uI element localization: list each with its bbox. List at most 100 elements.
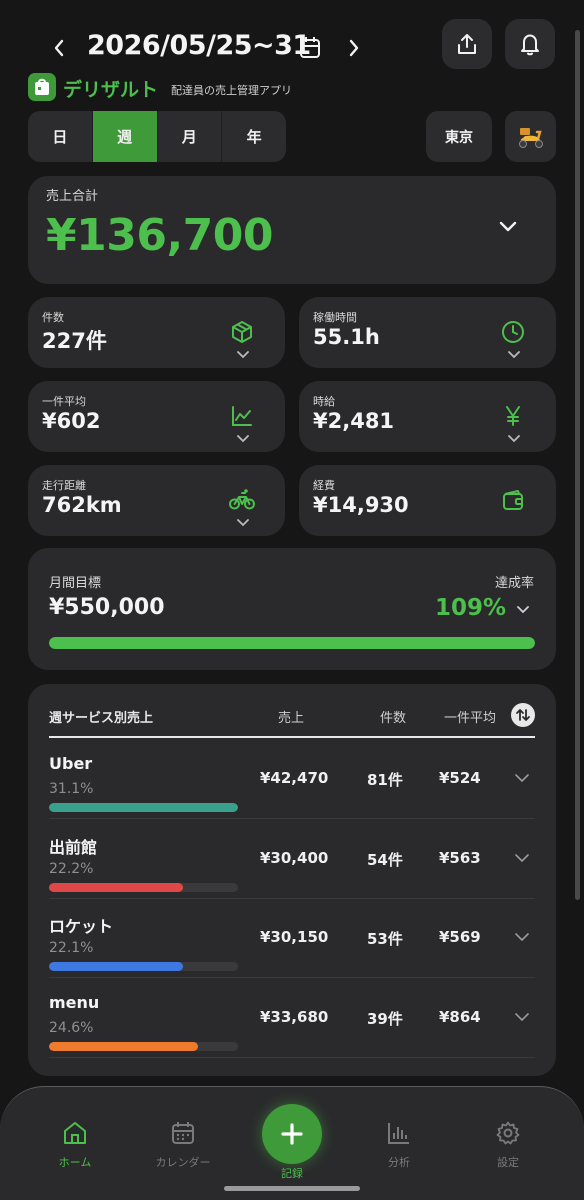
nav-analysis-label: 分析 [388,1156,410,1169]
plus-icon [281,1123,303,1145]
service-average: ¥569 [439,928,481,946]
line-chart-icon [229,403,255,429]
stat-card-average[interactable]: 一件平均 ¥602 [28,381,285,452]
share-button[interactable] [442,19,492,69]
stat-label: 稼働時間 [313,311,357,324]
sort-button[interactable] [511,703,535,727]
service-row-uber[interactable]: Uber 31.1% ¥42,470 81件 ¥524 [49,740,535,819]
app-logo [28,73,56,101]
total-sales-value: ¥136,700 [46,210,274,261]
service-row-rocket[interactable]: ロケット 22.1% ¥30,150 53件 ¥569 [49,899,535,978]
service-share-bar [49,803,238,812]
yen-icon [500,403,526,429]
service-share-bar [49,962,238,971]
chevron-down-icon[interactable] [499,221,517,233]
stat-card-work-hours[interactable]: 稼働時間 55.1h [299,297,556,368]
chevron-down-icon[interactable] [515,933,529,942]
chevron-left-icon [54,39,64,57]
nav-calendar-label: カレンダー [155,1156,211,1169]
total-sales-label: 売上合計 [46,189,99,204]
nav-home[interactable]: ホーム [30,1120,120,1170]
sort-icon [516,709,530,721]
service-share-bar [49,1042,238,1051]
service-name: ロケット [49,917,114,936]
tab-week[interactable]: 週 [92,111,158,162]
service-share-percent: 31.1% [49,781,94,797]
notifications-button[interactable] [505,19,555,69]
stat-label: 一件平均 [42,395,86,408]
chevron-down-icon [237,519,249,527]
tab-month[interactable]: 月 [158,111,223,162]
service-share-bar [49,883,238,892]
chevron-right-icon [349,39,359,57]
service-name: 出前館 [49,838,98,857]
prev-week-button[interactable] [48,34,70,62]
service-name: Uber [49,754,93,773]
column-header-count: 件数 [380,711,407,726]
stat-card-count[interactable]: 件数 227件 [28,297,285,368]
service-table-title: 週サービス別売上 [49,711,154,726]
service-sales: ¥33,680 [260,1008,329,1026]
calendar-icon [172,1122,194,1144]
service-average: ¥864 [439,1008,481,1026]
scooter-icon [518,127,543,148]
chevron-down-icon[interactable] [515,1013,529,1022]
period-selector: 日 週 月 年 [28,111,286,162]
nav-home-label: ホーム [58,1156,92,1169]
chevron-down-icon [508,435,520,443]
goal-label: 月間目標 [49,576,102,591]
chevron-down-icon [237,435,249,443]
chevron-down-icon[interactable] [515,774,529,783]
service-count: 54件 [367,851,403,869]
vehicle-button[interactable] [505,111,556,162]
stat-value: ¥602 [42,409,101,433]
nav-settings[interactable]: 設定 [463,1120,553,1170]
service-share-percent: 22.1% [49,940,94,956]
monthly-goal-card[interactable]: 月間目標 ¥550,000 達成率 109% [28,548,556,670]
stat-card-distance[interactable]: 走行距離 762km [28,465,285,536]
service-share-fill [49,1042,199,1051]
app-name: デリザルト [63,79,159,101]
share-icon [458,34,476,54]
record-button[interactable] [262,1104,322,1164]
region-button[interactable]: 東京 [426,111,492,162]
delivery-bag-icon [35,78,49,95]
clock-icon [500,319,526,345]
achievement-value: 109% [434,595,506,621]
home-indicator [224,1186,360,1191]
tab-year[interactable]: 年 [222,111,286,162]
stat-label: 件数 [42,311,64,324]
stat-label: 経費 [313,479,335,492]
scrollbar[interactable] [575,30,580,900]
stat-value: ¥2,481 [313,409,395,433]
service-sales: ¥30,150 [260,928,329,946]
calendar-picker-icon[interactable] [299,36,321,64]
record-label: 記録 [281,1167,303,1180]
app-subtitle: 配達員の売上管理アプリ [171,84,292,97]
stat-value: 762km [42,493,122,517]
nav-settings-label: 設定 [497,1156,519,1169]
stat-card-expenses[interactable]: 経費 ¥14,930 [299,465,556,536]
service-sales: ¥42,470 [260,769,329,787]
stat-label: 時給 [313,395,335,408]
service-row-menu[interactable]: menu 24.6% ¥33,680 39件 ¥864 [49,979,535,1058]
next-week-button[interactable] [343,34,365,62]
chevron-down-icon [508,351,520,359]
date-range-title[interactable]: 2026/05/25~31 [87,30,311,61]
service-name: menu [49,993,100,1012]
stat-card-hourly[interactable]: 時給 ¥2,481 [299,381,556,452]
tab-day[interactable]: 日 [28,111,93,162]
chevron-down-icon [237,351,249,359]
service-row-demaecan[interactable]: 出前館 22.2% ¥30,400 54件 ¥563 [49,820,535,899]
service-count: 81件 [367,771,403,789]
total-sales-card[interactable]: 売上合計 ¥136,700 [28,176,556,284]
service-average: ¥524 [439,769,481,787]
nav-calendar[interactable]: カレンダー [138,1120,228,1170]
service-share-percent: 22.2% [49,861,94,877]
chevron-down-icon[interactable] [515,854,529,863]
stat-value: ¥14,930 [313,493,409,517]
stat-label: 走行距離 [42,479,86,492]
bell-icon [521,34,539,56]
chevron-down-icon[interactable] [517,606,529,614]
nav-analysis[interactable]: 分析 [354,1120,444,1170]
